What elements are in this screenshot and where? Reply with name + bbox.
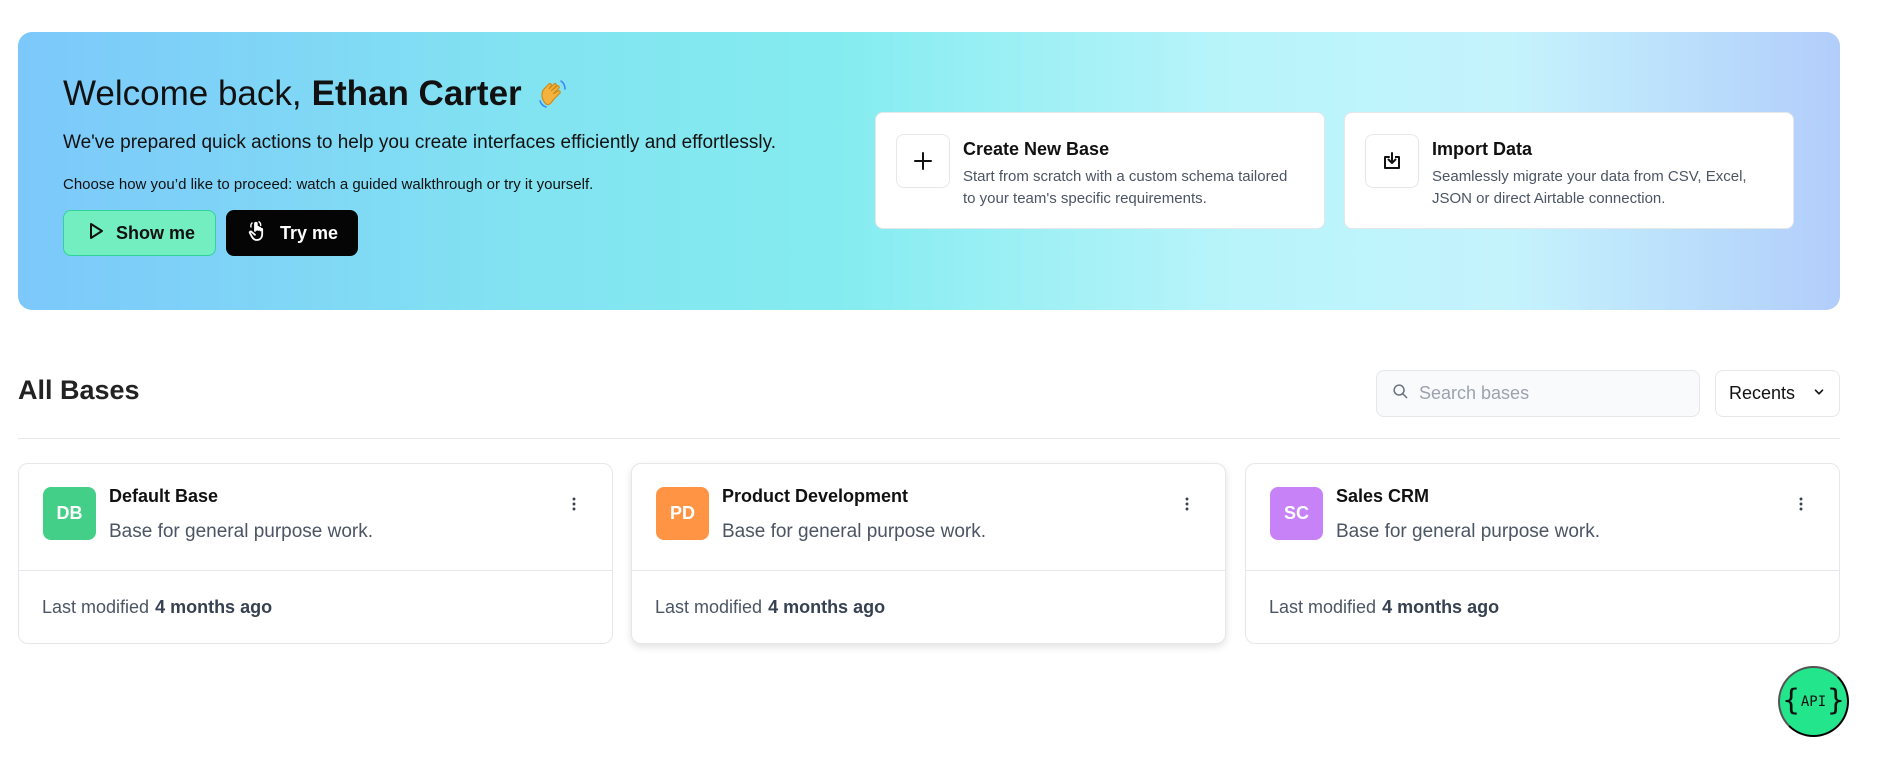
last-modified-value: 4 months ago xyxy=(155,597,273,617)
walkthrough-helper: Choose how you’d like to proceed: watch … xyxy=(63,176,594,194)
import-data-text: Import Data Seamlessly migrate your data… xyxy=(1432,135,1772,207)
base-name: Sales CRM xyxy=(1336,486,1430,506)
left-brace-icon: { xyxy=(1782,682,1800,717)
try-me-button[interactable]: Try me xyxy=(226,210,358,257)
welcome-title: Welcome back, Ethan Carter xyxy=(63,74,863,114)
create-new-base-card[interactable]: Create New Base Start from scratch with … xyxy=(875,112,1325,229)
welcome-content: Welcome back, Ethan Carter We've prepare… xyxy=(63,74,863,257)
base-name: Product Development xyxy=(722,486,909,506)
base-avatar: DB xyxy=(43,487,96,540)
welcome-prefix: Welcome back, xyxy=(63,74,302,113)
sort-select[interactable]: Recents xyxy=(1715,370,1840,417)
all-bases-title: All Bases xyxy=(18,375,140,405)
last-modified: Last modified 4 months ago xyxy=(632,571,1225,643)
last-modified-label: Last modified xyxy=(655,597,763,617)
search-bases-field[interactable] xyxy=(1376,370,1700,417)
base-card-product-development[interactable]: PD Product Development Base for general … xyxy=(631,463,1226,644)
search-bases-input[interactable] xyxy=(1419,383,1679,404)
more-vertical-icon xyxy=(1799,497,1803,511)
base-description: Base for general purpose work. xyxy=(109,521,374,542)
last-modified-label: Last modified xyxy=(1269,597,1377,617)
section-divider xyxy=(18,438,1840,439)
base-card-header: SC Sales CRM Base for general purpose wo… xyxy=(1246,464,1839,571)
waving-hand-icon xyxy=(534,76,570,112)
walkthrough-actions: Show me Try me xyxy=(63,210,863,257)
welcome-subtitle: We've prepared quick actions to help you… xyxy=(63,132,777,154)
last-modified: Last modified 4 months ago xyxy=(1246,571,1839,643)
last-modified-label: Last modified xyxy=(42,597,150,617)
api-button[interactable]: { API } xyxy=(1778,666,1849,737)
last-modified-value: 4 months ago xyxy=(1382,597,1500,617)
play-icon xyxy=(84,220,106,247)
more-options-button[interactable] xyxy=(1787,490,1815,518)
user-name: Ethan Carter xyxy=(311,74,522,113)
last-modified: Last modified 4 months ago xyxy=(19,571,612,643)
base-avatar: PD xyxy=(656,487,709,540)
sort-value: Recents xyxy=(1729,383,1796,403)
import-icon xyxy=(1365,134,1419,188)
base-card-sales-crm[interactable]: SC Sales CRM Base for general purpose wo… xyxy=(1245,463,1840,644)
base-name: Default Base xyxy=(109,486,219,506)
more-options-button[interactable] xyxy=(1173,490,1201,518)
show-me-label: Show me xyxy=(115,222,195,243)
base-description: Base for general purpose work. xyxy=(722,521,987,542)
base-card-header: DB Default Base Base for general purpose… xyxy=(19,464,612,571)
plus-icon xyxy=(896,134,950,188)
import-data-card[interactable]: Import Data Seamlessly migrate your data… xyxy=(1344,112,1794,229)
create-new-base-description: Start from scratch with a custom schema … xyxy=(963,167,1288,207)
last-modified-value: 4 months ago xyxy=(768,597,886,617)
welcome-hero: Welcome back, Ethan Carter We've prepare… xyxy=(18,32,1840,310)
import-data-description: Seamlessly migrate your data from CSV, E… xyxy=(1432,167,1747,207)
import-data-title: Import Data xyxy=(1432,139,1533,159)
base-avatar: SC xyxy=(1270,487,1323,540)
more-vertical-icon xyxy=(572,497,576,511)
try-me-label: Try me xyxy=(279,222,339,243)
create-new-base-text: Create New Base Start from scratch with … xyxy=(963,135,1303,207)
base-card-header: PD Product Development Base for general … xyxy=(632,464,1225,571)
show-me-button[interactable]: Show me xyxy=(63,210,216,257)
more-vertical-icon xyxy=(1185,497,1189,511)
right-brace-icon: } xyxy=(1827,682,1845,717)
base-description: Base for general purpose work. xyxy=(1336,521,1601,542)
chevron-down-icon xyxy=(1812,383,1826,404)
base-card-default-base[interactable]: DB Default Base Base for general purpose… xyxy=(18,463,613,644)
dashboard-page: Welcome back, Ethan Carter We've prepare… xyxy=(0,0,1885,759)
search-icon xyxy=(1392,383,1409,405)
create-new-base-title: Create New Base xyxy=(963,139,1110,159)
api-label: API xyxy=(1800,693,1827,710)
more-options-button[interactable] xyxy=(560,490,588,518)
pointer-hand-icon xyxy=(246,219,270,248)
